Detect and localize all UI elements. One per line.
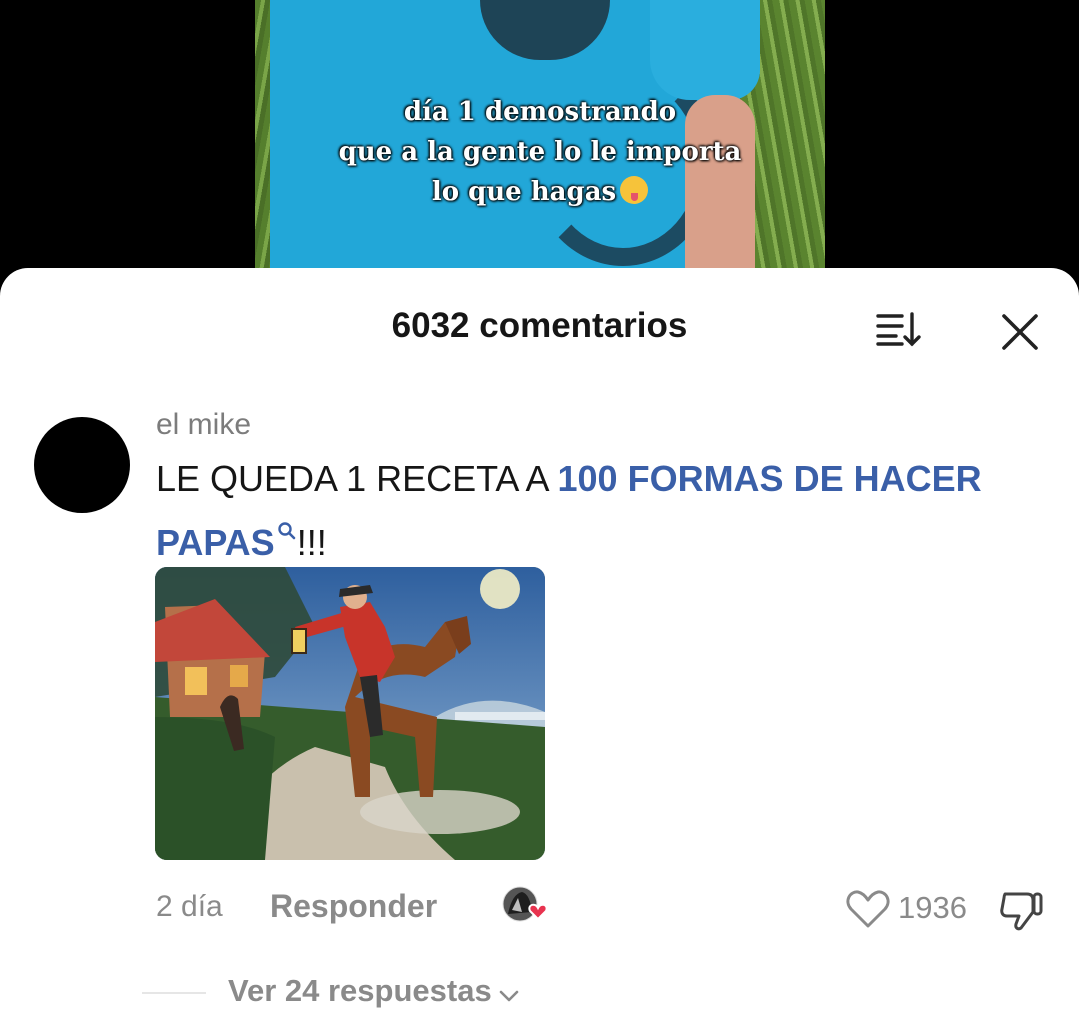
reply-button[interactable]: Responder bbox=[270, 888, 437, 925]
video-player[interactable]: día 1 demostrando que a la gente lo le i… bbox=[0, 0, 1079, 300]
comment-text-prefix: LE QUEDA 1 RECETA A bbox=[156, 458, 558, 499]
comment-username[interactable]: el mike bbox=[156, 408, 251, 442]
avatar[interactable] bbox=[34, 417, 130, 513]
caption-line: lo que hagas bbox=[431, 177, 617, 207]
shirt-sleeve bbox=[650, 0, 760, 100]
creator-liked-badge bbox=[500, 884, 556, 928]
comment-date: 2 día bbox=[156, 890, 223, 923]
comment-text: LE QUEDA 1 RECETA A 100 FORMAS DE HACER … bbox=[156, 454, 1056, 568]
replies-divider bbox=[142, 992, 206, 994]
video-caption: día 1 demostrando que a la gente lo le i… bbox=[255, 92, 825, 212]
close-icon[interactable] bbox=[996, 308, 1044, 356]
squinting-face-with-tongue-icon bbox=[620, 176, 649, 204]
chevron-down-icon bbox=[498, 975, 520, 1011]
view-replies-button[interactable]: Ver 24 respuestas bbox=[228, 973, 520, 1011]
heart-icon[interactable] bbox=[845, 888, 891, 930]
thumbs-down-icon[interactable] bbox=[997, 888, 1047, 932]
search-icon[interactable] bbox=[277, 504, 297, 554]
video-frame: día 1 demostrando que a la gente lo le i… bbox=[255, 0, 825, 300]
caption-line: que a la gente lo le importa bbox=[338, 137, 742, 167]
comment-text-suffix: !!! bbox=[296, 522, 327, 563]
view-replies-label: Ver 24 respuestas bbox=[228, 973, 492, 1008]
comment-image[interactable] bbox=[155, 567, 545, 860]
sort-icon[interactable] bbox=[872, 308, 924, 352]
comments-sheet: 6032 comentarios el mike LE QUEDA 1 RECE… bbox=[0, 268, 1079, 1029]
caption-line: día 1 demostrando bbox=[403, 97, 677, 127]
like-count: 1936 bbox=[898, 890, 967, 925]
